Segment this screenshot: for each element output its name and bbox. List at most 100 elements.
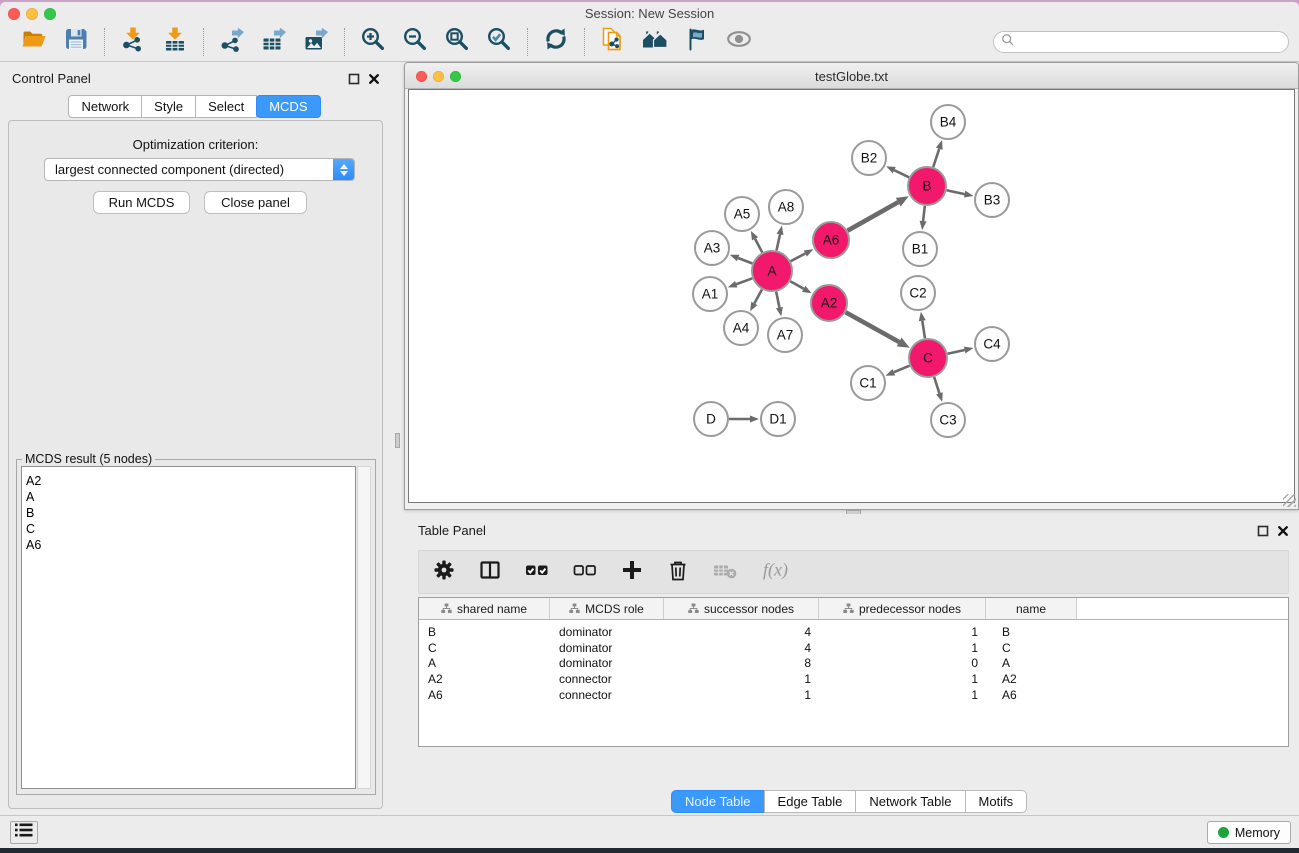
close-panel-button[interactable]: Close panel xyxy=(204,191,307,214)
import-table-button[interactable] xyxy=(159,26,191,58)
node-label-A3: A3 xyxy=(704,241,721,256)
table-row[interactable]: Cdominator41C xyxy=(419,641,1288,657)
annotation-mode-button[interactable] xyxy=(681,26,713,58)
zoom-fit-button[interactable] xyxy=(441,26,473,58)
close-table-panel-icon[interactable] xyxy=(1277,524,1289,542)
zoom-out-button[interactable] xyxy=(399,26,431,58)
first-neighbors-button[interactable] xyxy=(639,26,671,58)
run-mcds-button[interactable]: Run MCDS xyxy=(93,191,190,214)
show-hide-button[interactable] xyxy=(723,26,755,58)
add-row-button[interactable] xyxy=(621,559,643,586)
edge-C-C1[interactable] xyxy=(894,366,910,373)
table-cell: C xyxy=(986,641,1077,657)
tab-motifs[interactable]: Motifs xyxy=(965,790,1028,813)
zoom-in-button[interactable] xyxy=(357,26,389,58)
tab-select[interactable]: Select xyxy=(195,95,257,118)
tab-network[interactable]: Network xyxy=(68,95,142,118)
float-panel-icon[interactable] xyxy=(348,72,360,90)
edge-C-C2[interactable] xyxy=(922,321,925,339)
shared-column-icon xyxy=(843,603,854,614)
task-list-icon xyxy=(12,820,36,845)
select-all-rows-button[interactable] xyxy=(525,559,549,586)
table-cell: B xyxy=(419,625,550,641)
edge-B-B1[interactable] xyxy=(923,206,925,221)
edge-B-B2[interactable] xyxy=(894,170,909,177)
mcds-result-item[interactable]: C xyxy=(26,521,355,537)
network-canvas[interactable]: B4B2BB3A8A5A6B1A3AA1C2A2A4A7C4CC1C3DD1 xyxy=(408,89,1295,503)
table-row[interactable]: Bdominator41B xyxy=(419,625,1288,641)
save-session-button[interactable] xyxy=(60,26,92,58)
table-cell: 4 xyxy=(664,641,819,657)
export-image-button[interactable] xyxy=(300,26,332,58)
table-cell: 1 xyxy=(819,625,986,641)
column-header-successor-nodes[interactable]: successor nodes xyxy=(664,598,819,619)
edge-B-B4[interactable] xyxy=(933,149,939,167)
edge-A2-C[interactable] xyxy=(846,312,900,342)
node-label-C2: C2 xyxy=(909,286,926,301)
criterion-dropdown[interactable]: largest connected component (directed) xyxy=(44,158,355,181)
toggle-column-split-icon xyxy=(479,559,501,586)
zoom-selected-button[interactable] xyxy=(483,26,515,58)
edge-A-A4[interactable] xyxy=(754,289,762,303)
result-scrollbar[interactable] xyxy=(357,466,371,789)
task-history-button[interactable] xyxy=(10,821,38,844)
refresh-layout-button[interactable] xyxy=(540,26,572,58)
mcds-result-item[interactable]: A6 xyxy=(26,537,355,553)
left-splitter-handle[interactable] xyxy=(395,433,400,448)
dropdown-stepper-icon xyxy=(333,159,354,180)
column-header-MCDS-role[interactable]: MCDS role xyxy=(550,598,664,619)
shared-column-icon xyxy=(688,603,699,614)
edge-A-A2[interactable] xyxy=(790,281,803,289)
new-network-from-selection-button[interactable] xyxy=(597,26,629,58)
search-input[interactable] xyxy=(1019,33,1288,51)
edge-A-A7[interactable] xyxy=(776,292,779,308)
column-header-name[interactable]: name xyxy=(986,598,1077,619)
toggle-column-split-button[interactable] xyxy=(479,559,501,586)
tab-mcds[interactable]: MCDS xyxy=(256,95,320,118)
tab-network-table[interactable]: Network Table xyxy=(855,790,965,813)
network-view-window: testGlobe.txt B4B2BB3A8A5A6B1A3AA1C2A2A4… xyxy=(404,62,1299,510)
table-row[interactable]: Adominator80A xyxy=(419,656,1288,672)
search-field[interactable] xyxy=(993,31,1289,53)
edge-B-B3[interactable] xyxy=(947,190,965,194)
window-resize-grip[interactable] xyxy=(1283,494,1296,507)
import-network-button[interactable] xyxy=(117,26,149,58)
table-settings-gear-button[interactable] xyxy=(433,559,455,586)
export-table-button[interactable] xyxy=(258,26,290,58)
mcds-result-item[interactable]: A2 xyxy=(26,473,355,489)
close-panel-icon[interactable] xyxy=(368,72,380,90)
table-toolbar: f(x) xyxy=(418,550,1289,594)
import-table-icon xyxy=(162,26,188,57)
control-panel-tabs: NetworkStyleSelectMCDS xyxy=(0,95,390,118)
edge-C-C4[interactable] xyxy=(948,350,965,354)
edge-A-A1[interactable] xyxy=(736,278,752,284)
delete-rows-trash-button[interactable] xyxy=(667,559,689,586)
tab-edge-table[interactable]: Edge Table xyxy=(764,790,857,813)
float-table-panel-icon[interactable] xyxy=(1257,524,1269,542)
tab-style[interactable]: Style xyxy=(141,95,196,118)
node-label-A5: A5 xyxy=(734,207,751,222)
mcds-result-item[interactable]: B xyxy=(26,505,355,521)
export-network-button[interactable] xyxy=(216,26,248,58)
edge-A-A6[interactable] xyxy=(791,253,806,261)
column-header-shared-name[interactable]: shared name xyxy=(419,598,550,619)
open-session-folder-button[interactable] xyxy=(18,26,50,58)
column-header-predecessor-nodes[interactable]: predecessor nodes xyxy=(819,598,986,619)
mcds-result-item[interactable]: A xyxy=(26,489,355,505)
edge-A-A8[interactable] xyxy=(776,234,780,250)
table-row[interactable]: A6connector11A6 xyxy=(419,688,1288,704)
edge-C-C3[interactable] xyxy=(934,377,939,393)
delete-table-icon xyxy=(713,559,737,586)
node-label-C4: C4 xyxy=(983,337,1001,352)
deselect-all-rows-button[interactable] xyxy=(573,559,597,586)
edge-A-A5[interactable] xyxy=(755,239,762,253)
edge-A-A3[interactable] xyxy=(738,258,752,263)
edge-A6-B[interactable] xyxy=(848,202,899,231)
table-row[interactable]: A2connector11A2 xyxy=(419,672,1288,688)
tab-node-table[interactable]: Node Table xyxy=(671,790,765,813)
network-window-title: testGlobe.txt xyxy=(405,69,1298,84)
mcds-result-list: A2ABCA6 xyxy=(21,466,356,789)
table-tabs: Node TableEdge TableNetwork TableMotifs xyxy=(672,790,1027,813)
memory-button[interactable]: Memory xyxy=(1207,821,1291,844)
toolbar-separator xyxy=(104,28,105,56)
